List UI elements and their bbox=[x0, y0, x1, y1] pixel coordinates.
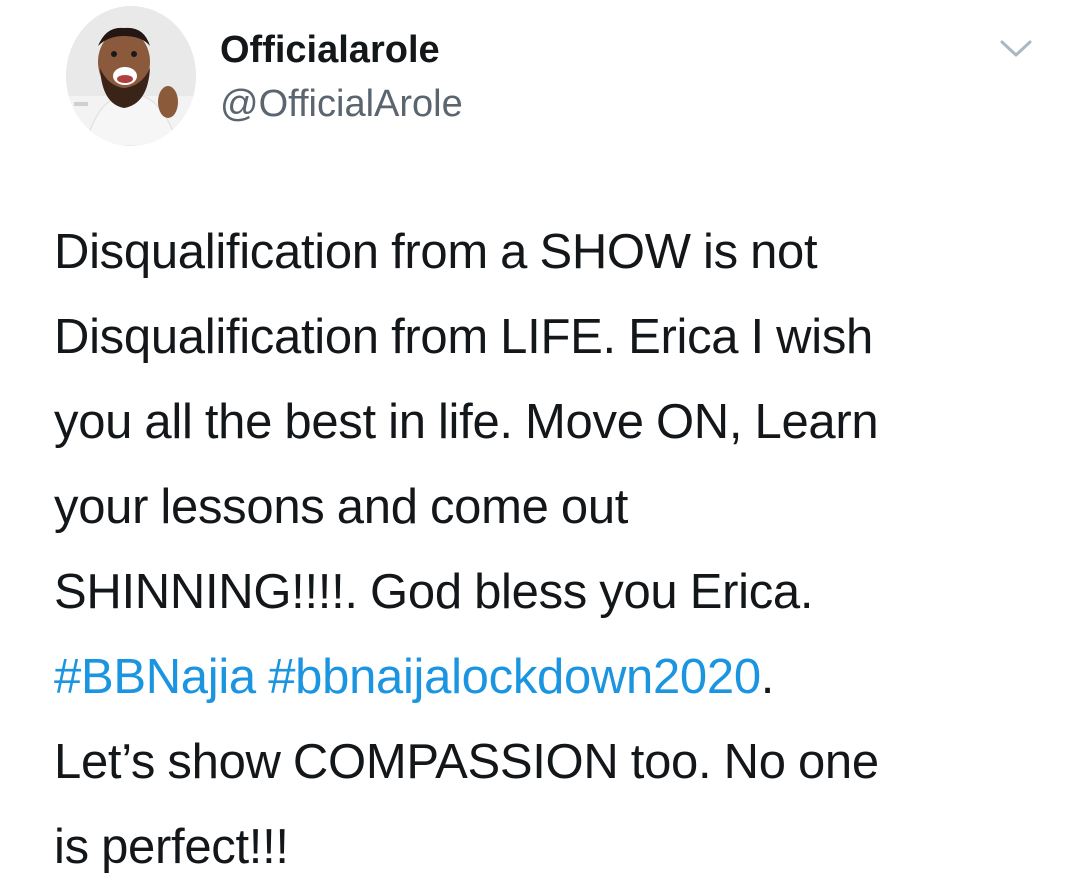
sentence-period: . bbox=[760, 650, 775, 704]
hashtag-line: #BBNajia #bbnaijalockdown2020. bbox=[54, 635, 1064, 720]
tweet-text: Disqualification from a SHOW is not Disq… bbox=[54, 210, 1064, 890]
tweet-line: you all the best in life. Move ON, Learn bbox=[54, 395, 879, 449]
user-handle[interactable]: @OfficialArole bbox=[220, 80, 463, 128]
tweet-line: Disqualification from a SHOW is not bbox=[54, 225, 818, 279]
chevron-down-icon[interactable] bbox=[996, 32, 1036, 64]
tweet-line: Disqualification from LIFE. Erica I wish bbox=[54, 310, 873, 364]
tweet-line: SHINNING!!!!. God bless you Erica. bbox=[54, 565, 814, 619]
tweet-line: is perfect!!! bbox=[54, 820, 289, 874]
display-name[interactable]: Officialarole bbox=[220, 26, 440, 74]
avatar-photo-icon bbox=[66, 6, 196, 146]
tweet-line: your lessons and come out bbox=[54, 480, 629, 534]
tweet-card: Officialarole @OfficialArole Disqualific… bbox=[0, 0, 1080, 895]
avatar[interactable] bbox=[66, 6, 196, 146]
hashtag-separator bbox=[256, 650, 268, 704]
tweet-line: Let’s show COMPASSION too. No one bbox=[54, 735, 879, 789]
hashtag-link[interactable]: #BBNajia bbox=[54, 650, 256, 704]
hashtag-link[interactable]: #bbnaijalockdown2020 bbox=[268, 650, 761, 704]
